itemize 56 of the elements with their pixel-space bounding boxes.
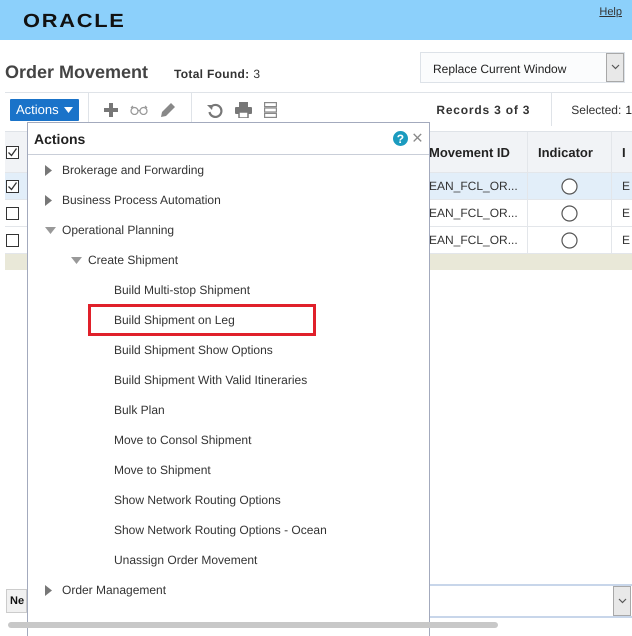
tree-item[interactable]: Build Shipment Show Options [114,343,273,357]
refresh-icon[interactable] [206,102,223,118]
caret-down-icon [64,106,73,112]
popup-title: Actions [34,130,86,146]
records-count: Records 3 of 3 [436,102,530,116]
radio-button[interactable] [561,178,578,194]
collapsed-triangle-icon[interactable] [45,194,52,206]
tree-item[interactable]: Show Network Routing Options - Ocean [114,523,327,537]
tree-item[interactable]: Brokerage and Forwarding [62,163,204,177]
tree-item[interactable]: Show Network Routing Options [114,493,281,507]
dropdown-value: Replace Current Window [432,60,568,78]
chevron-down-icon [618,598,626,604]
selected-label: Selected: [571,102,622,116]
tree-item[interactable]: Build Multi-stop Shipment [114,283,250,297]
new-button[interactable]: Ne [6,589,27,613]
expanded-triangle-icon[interactable] [71,256,82,264]
checkbox[interactable] [6,146,19,158]
selected-count: 1 [625,102,632,116]
total-found-value: 3 [253,67,260,81]
table-cell: E [612,200,632,227]
tree-item[interactable]: Unassign Order Movement [114,553,258,567]
column-header[interactable]: I [612,132,632,173]
add-icon[interactable] [104,102,118,116]
total-found-label: Total Found: [174,67,250,81]
print-icon[interactable] [234,102,252,118]
actions-button[interactable]: Actions [10,98,79,120]
pencil-icon[interactable] [160,102,176,118]
collapsed-triangle-icon[interactable] [45,584,52,596]
expanded-triangle-icon[interactable] [45,226,56,234]
page-title: Order Movement [5,62,148,82]
checkbox[interactable] [6,234,19,246]
checkbox[interactable] [6,206,19,220]
tree-item[interactable]: Order Management [62,583,166,597]
help-link[interactable]: Help [599,6,622,18]
tree-item[interactable]: Build Shipment on Leg [114,313,235,327]
scrollbar[interactable] [8,622,498,628]
tree-item[interactable]: Operational Planning [62,223,174,237]
column-header[interactable]: Indicator [528,132,612,173]
rows-icon[interactable] [264,102,277,118]
radio-button[interactable] [561,232,578,248]
collapsed-triangle-icon[interactable] [45,164,52,176]
table-cell: E [612,173,632,200]
tree-item[interactable]: Move to Shipment [114,463,211,477]
chevron-down-icon [610,64,620,70]
close-icon[interactable]: × [412,132,423,146]
dropdown-field[interactable] [430,584,632,618]
tree-item[interactable]: Create Shipment [88,253,178,267]
checkbox[interactable] [6,180,19,192]
glasses-icon[interactable] [130,104,148,114]
tree-item[interactable]: Move to Consol Shipment [114,433,252,447]
oracle-logo: ORACLE [23,11,126,33]
tree-item[interactable]: Business Process Automation [62,193,221,207]
radio-button[interactable] [561,204,578,222]
tree-item[interactable]: Build Shipment With Valid Itineraries [114,373,308,387]
tree-item[interactable]: Bulk Plan [114,403,165,417]
window-dropdown[interactable]: Replace Current Window [420,52,625,82]
